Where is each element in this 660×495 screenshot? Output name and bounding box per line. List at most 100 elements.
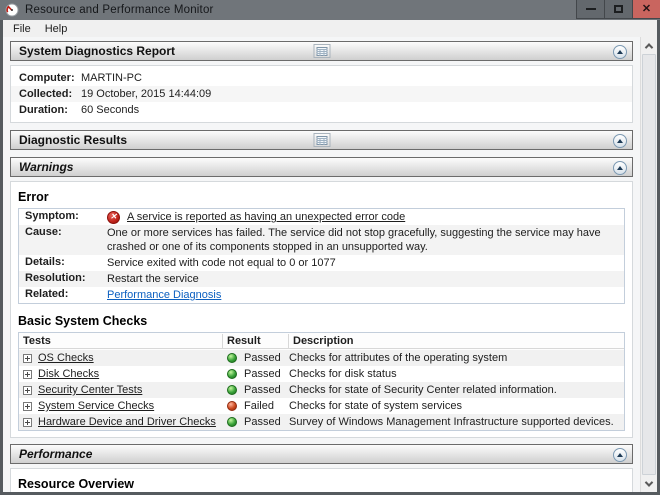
test-link[interactable]: OS Checks [38, 352, 94, 364]
chevron-up-icon [617, 453, 623, 457]
minimize-button[interactable] [576, 0, 604, 19]
maximize-button[interactable] [604, 0, 632, 19]
error-row-resolution: Resolution: Restart the service [19, 271, 624, 287]
collapse-button[interactable] [613, 134, 627, 148]
info-value: 60 Seconds [81, 104, 140, 116]
chevron-up-icon [617, 166, 623, 170]
table-header-row: Tests Result Description [19, 333, 624, 350]
test-link[interactable]: Hardware Device and Driver Checks [38, 416, 216, 428]
info-label: Collected: [19, 88, 73, 100]
result-text: Passed [244, 384, 281, 396]
result-text: Passed [244, 416, 281, 428]
status-dot-icon [227, 385, 237, 395]
close-button[interactable]: ✕ [632, 0, 660, 19]
section-title: Warnings [19, 160, 74, 174]
error-row-label: Resolution: [25, 272, 86, 284]
menu-file[interactable]: File [6, 22, 38, 36]
warnings-panel: Error Symptom: ✕ A service is reported a… [10, 181, 633, 438]
table-row-security-center-tests: Security Center Tests Passed Checks for … [19, 382, 624, 398]
collapse-button[interactable] [613, 161, 627, 175]
title-bar[interactable]: Resource and Performance Monitor ✕ [0, 0, 660, 20]
info-label: Duration: [19, 104, 68, 116]
info-row-collected: Collected: 19 October, 2015 14:44:09 [11, 86, 632, 102]
menu-help[interactable]: Help [38, 22, 75, 36]
error-row-cause: Cause: One or more services has failed. … [19, 225, 624, 255]
maximize-icon [614, 5, 623, 13]
test-link[interactable]: Security Center Tests [38, 384, 142, 396]
description-text: Checks for state of system services [289, 400, 462, 412]
report-main: System Diagnostics Report Computer: MART… [3, 37, 640, 492]
result-text: Passed [244, 368, 281, 380]
chevron-down-icon [644, 477, 654, 487]
performance-diagnosis-link[interactable]: Performance Diagnosis [107, 289, 221, 301]
collapse-button[interactable] [613, 45, 627, 59]
app-window: Resource and Performance Monitor ✕ File … [0, 0, 660, 495]
section-header-system-diagnostics-report[interactable]: System Diagnostics Report [10, 41, 633, 61]
description-text: Survey of Windows Management Infrastruct… [289, 416, 614, 428]
symptom-link[interactable]: A service is reported as having an unexp… [127, 210, 405, 224]
error-heading: Error [18, 190, 49, 204]
expand-icon[interactable] [23, 369, 32, 379]
table-grid-icon[interactable] [313, 133, 330, 147]
menu-bar: File Help [3, 20, 657, 37]
window-title: Resource and Performance Monitor [25, 4, 214, 16]
error-row-details: Details: Service exited with code not eq… [19, 255, 624, 271]
section-title: System Diagnostics Report [19, 44, 176, 58]
test-link[interactable]: Disk Checks [38, 368, 99, 380]
error-row-label: Symptom: [25, 210, 79, 222]
window-controls: ✕ [576, 0, 660, 20]
section-header-performance[interactable]: Performance [10, 444, 633, 464]
vertical-scrollbar[interactable] [640, 37, 657, 492]
error-row-value: One or more services has failed. The ser… [107, 227, 601, 253]
error-row-label: Cause: [25, 226, 62, 238]
table-row-disk-checks: Disk Checks Passed Checks for disk statu… [19, 366, 624, 382]
error-row-related: Related: Performance Diagnosis [19, 287, 624, 303]
error-row-label: Details: [25, 256, 65, 268]
info-row-duration: Duration: 60 Seconds [11, 102, 632, 118]
column-header-description[interactable]: Description [289, 334, 624, 349]
resource-overview-heading: Resource Overview [18, 477, 135, 491]
error-row-symptom: Symptom: ✕ A service is reported as havi… [19, 209, 624, 225]
chevron-up-icon [644, 42, 654, 52]
performance-panel: Resource Overview [10, 468, 633, 492]
info-value: 19 October, 2015 14:44:09 [81, 88, 212, 100]
error-status-icon: ✕ [107, 210, 120, 224]
expand-icon[interactable] [23, 385, 32, 395]
error-table: Symptom: ✕ A service is reported as havi… [18, 208, 625, 304]
section-header-diagnostic-results[interactable]: Diagnostic Results [10, 130, 633, 150]
status-dot-icon [227, 417, 237, 427]
expand-icon[interactable] [23, 401, 32, 411]
table-row-os-checks: OS Checks Passed Checks for attributes o… [19, 350, 624, 366]
scroll-down-button[interactable] [641, 475, 657, 492]
section-header-warnings[interactable]: Warnings [10, 157, 633, 177]
test-link[interactable]: System Service Checks [38, 400, 154, 412]
status-dot-icon [227, 369, 237, 379]
description-text: Checks for attributes of the operating s… [289, 352, 508, 364]
table-row-system-service-checks: System Service Checks Failed Checks for … [19, 398, 624, 414]
section-title: Diagnostic Results [19, 133, 128, 147]
column-header-result[interactable]: Result [223, 334, 289, 349]
close-icon: ✕ [641, 2, 652, 15]
chevron-up-icon [617, 50, 623, 54]
minimize-icon [585, 8, 596, 10]
description-text: Checks for disk status [289, 368, 397, 380]
result-text: Failed [244, 400, 274, 412]
report-content: System Diagnostics Report Computer: MART… [3, 37, 657, 492]
basic-system-checks-heading: Basic System Checks [18, 314, 148, 328]
scroll-up-button[interactable] [641, 37, 657, 54]
info-label: Computer: [19, 72, 75, 84]
scrollbar-thumb[interactable] [642, 54, 656, 475]
info-value: MARTIN-PC [81, 72, 142, 84]
collapse-button[interactable] [613, 448, 627, 462]
resource-monitor-app-icon [5, 3, 19, 17]
expand-icon[interactable] [23, 353, 32, 363]
status-dot-icon [227, 401, 237, 411]
basic-system-checks-table: Tests Result Description OS Checks Passe… [18, 332, 625, 431]
table-row-hardware-device-driver-checks: Hardware Device and Driver Checks Passed… [19, 414, 624, 430]
chevron-up-icon [617, 139, 623, 143]
column-header-tests[interactable]: Tests [19, 334, 223, 349]
expand-icon[interactable] [23, 417, 32, 427]
error-row-label: Related: [25, 288, 69, 300]
table-grid-icon[interactable] [313, 44, 330, 58]
result-text: Passed [244, 352, 281, 364]
